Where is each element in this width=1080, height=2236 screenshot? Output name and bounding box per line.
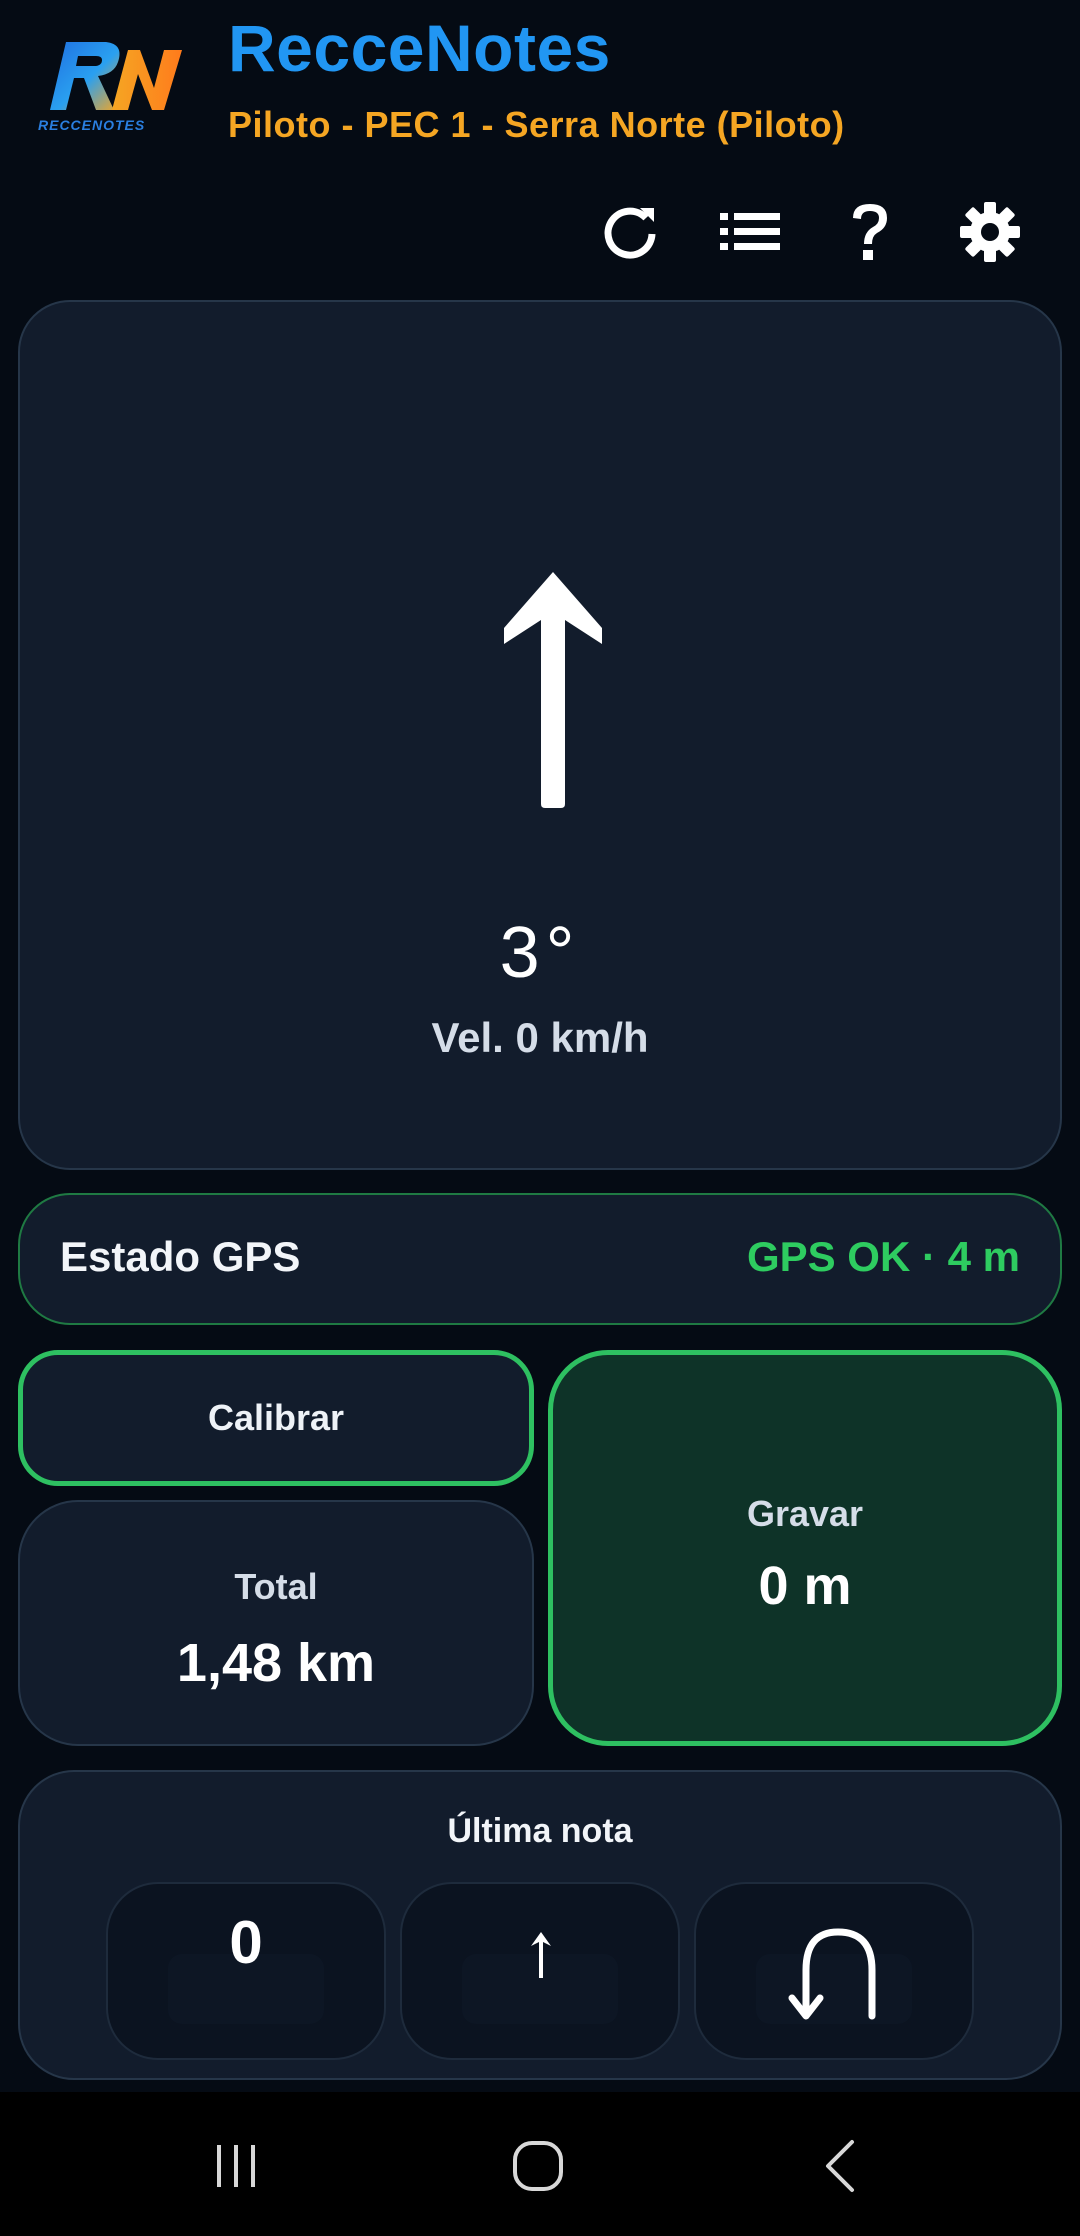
note-direction-tile[interactable] <box>400 1882 680 2060</box>
home-icon <box>513 2141 563 2191</box>
refresh-icon <box>604 207 656 259</box>
gps-status-label: Estado GPS <box>60 1233 301 1280</box>
heading-degrees: 3° <box>499 913 581 993</box>
help-button[interactable] <box>830 192 910 272</box>
heading-card: 3° Vel. 0 km/h <box>18 300 1062 1170</box>
stage-subtitle: Piloto - PEC 1 - Serra Norte (Piloto) <box>228 104 845 145</box>
record-button[interactable]: Gravar 0 m <box>548 1350 1062 1746</box>
refresh-button[interactable] <box>590 192 670 272</box>
total-label: Total <box>234 1566 318 1607</box>
gps-status-value: GPS OK · 4 m <box>746 1233 1020 1280</box>
app-screen: RECCENOTES RecceNotes Piloto - PEC 1 - S… <box>0 0 1080 2236</box>
up-arrow-icon <box>504 572 602 808</box>
gps-status-card: Estado GPS GPS OK · 4 m <box>18 1193 1062 1325</box>
last-note-card: Última nota 0 <box>18 1770 1062 2080</box>
settings-button[interactable] <box>950 192 1030 272</box>
speed-readout: Vel. 0 km/h <box>431 1014 649 1061</box>
home-button[interactable] <box>498 2126 578 2206</box>
back-button[interactable] <box>800 2126 880 2206</box>
settings-gear-icon <box>960 202 1020 262</box>
app-header: RECCENOTES RecceNotes Piloto - PEC 1 - S… <box>0 0 1080 290</box>
help-icon <box>853 204 887 260</box>
back-icon <box>826 2140 854 2192</box>
app-title: RecceNotes <box>228 11 611 85</box>
recent-apps-button[interactable] <box>196 2126 276 2206</box>
logo-wordmark: RECCENOTES <box>38 117 145 133</box>
list-icon <box>720 213 780 250</box>
total-distance-card: Total 1,48 km <box>18 1500 534 1746</box>
reccenotes-logo: RECCENOTES <box>36 30 196 140</box>
last-note-title: Última nota <box>447 1812 633 1850</box>
notes-list-button[interactable] <box>710 192 790 272</box>
record-label: Gravar <box>746 1493 864 1534</box>
calibrate-button[interactable]: Calibrar <box>18 1350 534 1486</box>
note-number: 0 <box>229 1909 263 1976</box>
recent-apps-icon <box>217 2145 255 2187</box>
note-number-tile[interactable]: 0 <box>106 1882 386 2060</box>
small-up-arrow-icon <box>531 1932 551 1978</box>
record-distance-value: 0 m <box>758 1556 852 1616</box>
note-turn-tile[interactable] <box>694 1882 974 2060</box>
total-distance-value: 1,48 km <box>176 1633 376 1693</box>
system-navigation-bar <box>0 2092 1080 2236</box>
u-turn-left-icon <box>788 1928 876 2020</box>
